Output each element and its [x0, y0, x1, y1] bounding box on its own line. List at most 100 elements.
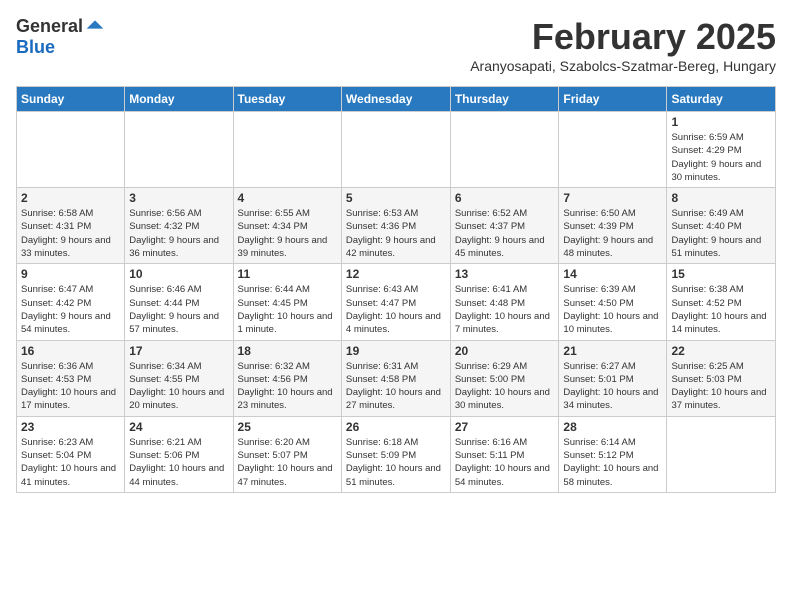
weekday-header-row: SundayMondayTuesdayWednesdayThursdayFrid…	[17, 87, 776, 112]
day-number: 20	[455, 344, 555, 358]
calendar-cell: 12Sunrise: 6:43 AM Sunset: 4:47 PM Dayli…	[341, 264, 450, 340]
page-header: General Blue February 2025 Aranyosapati,…	[16, 16, 776, 82]
day-info: Sunrise: 6:14 AM Sunset: 5:12 PM Dayligh…	[563, 436, 662, 489]
day-number: 9	[21, 267, 120, 281]
day-number: 22	[671, 344, 771, 358]
calendar-week-row: 2 Sunrise: 6:58 AM Sunset: 4:31 PM Daylig…	[17, 188, 776, 264]
month-title: February 2025	[532, 16, 776, 58]
calendar-cell	[233, 112, 341, 188]
calendar-cell: 1 Sunrise: 6:59 AM Sunset: 4:29 PM Daylig…	[667, 112, 776, 188]
day-info: Sunrise: 6:25 AM Sunset: 5:03 PM Dayligh…	[671, 360, 771, 413]
day-info: Sunrise: 6:16 AM Sunset: 5:11 PM Dayligh…	[455, 436, 555, 489]
day-info: Sunrise: 6:18 AM Sunset: 5:09 PM Dayligh…	[346, 436, 446, 489]
day-info: Sunrise: 6:38 AM Sunset: 4:52 PM Dayligh…	[671, 283, 771, 336]
day-number: 25	[238, 420, 337, 434]
calendar-cell: 3 Sunrise: 6:56 AM Sunset: 4:32 PM Daylig…	[125, 188, 233, 264]
day-info: Sunrise: 6:41 AM Sunset: 4:48 PM Dayligh…	[455, 283, 555, 336]
day-info: Sunrise: 6:58 AM Sunset: 4:31 PM Dayligh…	[21, 207, 120, 260]
day-number: 3	[129, 191, 228, 205]
calendar-cell	[667, 416, 776, 492]
calendar-cell: 19Sunrise: 6:31 AM Sunset: 4:58 PM Dayli…	[341, 340, 450, 416]
day-info: Sunrise: 6:34 AM Sunset: 4:55 PM Dayligh…	[129, 360, 228, 413]
calendar-cell	[559, 112, 667, 188]
day-number: 4	[238, 191, 337, 205]
calendar-cell: 21 Sunrise: 6:27 AM Sunset: 5:01 PM Dayli…	[559, 340, 667, 416]
title-block: February 2025 Aranyosapati, Szabolcs-Sza…	[470, 16, 776, 82]
day-number: 21	[563, 344, 662, 358]
day-info: Sunrise: 6:52 AM Sunset: 4:37 PM Dayligh…	[455, 207, 555, 260]
calendar-week-row: 9 Sunrise: 6:47 AM Sunset: 4:42 PM Daylig…	[17, 264, 776, 340]
calendar-cell: 7 Sunrise: 6:50 AM Sunset: 4:39 PM Daylig…	[559, 188, 667, 264]
calendar-cell: 27 Sunrise: 6:16 AM Sunset: 5:11 PM Dayli…	[450, 416, 559, 492]
day-number: 16	[21, 344, 120, 358]
calendar-cell	[341, 112, 450, 188]
calendar-cell: 26 Sunrise: 6:18 AM Sunset: 5:09 PM Dayli…	[341, 416, 450, 492]
day-number: 11	[238, 267, 337, 281]
calendar-cell: 18Sunrise: 6:32 AM Sunset: 4:56 PM Dayli…	[233, 340, 341, 416]
calendar-cell: 14Sunrise: 6:39 AM Sunset: 4:50 PM Dayli…	[559, 264, 667, 340]
day-info: Sunrise: 6:29 AM Sunset: 5:00 PM Dayligh…	[455, 360, 555, 413]
calendar-cell: 24 Sunrise: 6:21 AM Sunset: 5:06 PM Dayli…	[125, 416, 233, 492]
calendar-cell: 15 Sunrise: 6:38 AM Sunset: 4:52 PM Dayli…	[667, 264, 776, 340]
calendar-cell: 22 Sunrise: 6:25 AM Sunset: 5:03 PM Dayli…	[667, 340, 776, 416]
calendar-cell: 4 Sunrise: 6:55 AM Sunset: 4:34 PM Daylig…	[233, 188, 341, 264]
day-info: Sunrise: 6:46 AM Sunset: 4:44 PM Dayligh…	[129, 283, 228, 336]
weekday-header: Wednesday	[341, 87, 450, 112]
day-number: 6	[455, 191, 555, 205]
day-number: 2	[21, 191, 120, 205]
day-number: 27	[455, 420, 555, 434]
day-info: Sunrise: 6:44 AM Sunset: 4:45 PM Dayligh…	[238, 283, 337, 336]
location-subtitle: Aranyosapati, Szabolcs-Szatmar-Bereg, Hu…	[470, 58, 776, 74]
calendar-cell: 17 Sunrise: 6:34 AM Sunset: 4:55 PM Dayli…	[125, 340, 233, 416]
day-number: 15	[671, 267, 771, 281]
day-info: Sunrise: 6:55 AM Sunset: 4:34 PM Dayligh…	[238, 207, 337, 260]
calendar-cell: 8Sunrise: 6:49 AM Sunset: 4:40 PM Daylig…	[667, 188, 776, 264]
day-number: 23	[21, 420, 120, 434]
calendar-cell: 11 Sunrise: 6:44 AM Sunset: 4:45 PM Dayli…	[233, 264, 341, 340]
logo-general-text: General	[16, 16, 83, 37]
day-number: 1	[671, 115, 771, 129]
calendar-cell: 10 Sunrise: 6:46 AM Sunset: 4:44 PM Dayli…	[125, 264, 233, 340]
logo-blue-text: Blue	[16, 37, 55, 58]
logo-icon	[85, 17, 105, 37]
calendar-cell	[450, 112, 559, 188]
calendar-cell	[125, 112, 233, 188]
calendar-cell: 6 Sunrise: 6:52 AM Sunset: 4:37 PM Daylig…	[450, 188, 559, 264]
calendar-cell: 2 Sunrise: 6:58 AM Sunset: 4:31 PM Daylig…	[17, 188, 125, 264]
calendar-cell: 23 Sunrise: 6:23 AM Sunset: 5:04 PM Dayli…	[17, 416, 125, 492]
weekday-header: Saturday	[667, 87, 776, 112]
calendar-table: SundayMondayTuesdayWednesdayThursdayFrid…	[16, 86, 776, 493]
calendar-cell: 5 Sunrise: 6:53 AM Sunset: 4:36 PM Daylig…	[341, 188, 450, 264]
day-info: Sunrise: 6:59 AM Sunset: 4:29 PM Dayligh…	[671, 131, 771, 184]
day-number: 17	[129, 344, 228, 358]
day-info: Sunrise: 6:53 AM Sunset: 4:36 PM Dayligh…	[346, 207, 446, 260]
weekday-header: Monday	[125, 87, 233, 112]
day-number: 28	[563, 420, 662, 434]
day-info: Sunrise: 6:21 AM Sunset: 5:06 PM Dayligh…	[129, 436, 228, 489]
calendar-week-row: 23 Sunrise: 6:23 AM Sunset: 5:04 PM Dayli…	[17, 416, 776, 492]
day-info: Sunrise: 6:27 AM Sunset: 5:01 PM Dayligh…	[563, 360, 662, 413]
day-info: Sunrise: 6:23 AM Sunset: 5:04 PM Dayligh…	[21, 436, 120, 489]
day-number: 24	[129, 420, 228, 434]
day-info: Sunrise: 6:47 AM Sunset: 4:42 PM Dayligh…	[21, 283, 120, 336]
weekday-header: Sunday	[17, 87, 125, 112]
weekday-header: Friday	[559, 87, 667, 112]
day-number: 8	[671, 191, 771, 205]
calendar-cell: 16Sunrise: 6:36 AM Sunset: 4:53 PM Dayli…	[17, 340, 125, 416]
day-number: 14	[563, 267, 662, 281]
calendar-cell: 20 Sunrise: 6:29 AM Sunset: 5:00 PM Dayli…	[450, 340, 559, 416]
calendar-week-row: 1 Sunrise: 6:59 AM Sunset: 4:29 PM Daylig…	[17, 112, 776, 188]
day-number: 26	[346, 420, 446, 434]
weekday-header: Tuesday	[233, 87, 341, 112]
day-info: Sunrise: 6:20 AM Sunset: 5:07 PM Dayligh…	[238, 436, 337, 489]
day-number: 5	[346, 191, 446, 205]
calendar-cell: 13Sunrise: 6:41 AM Sunset: 4:48 PM Dayli…	[450, 264, 559, 340]
day-info: Sunrise: 6:43 AM Sunset: 4:47 PM Dayligh…	[346, 283, 446, 336]
day-info: Sunrise: 6:50 AM Sunset: 4:39 PM Dayligh…	[563, 207, 662, 260]
day-info: Sunrise: 6:56 AM Sunset: 4:32 PM Dayligh…	[129, 207, 228, 260]
day-number: 10	[129, 267, 228, 281]
weekday-header: Thursday	[450, 87, 559, 112]
day-number: 7	[563, 191, 662, 205]
calendar-week-row: 16Sunrise: 6:36 AM Sunset: 4:53 PM Dayli…	[17, 340, 776, 416]
logo: General Blue	[16, 16, 105, 58]
